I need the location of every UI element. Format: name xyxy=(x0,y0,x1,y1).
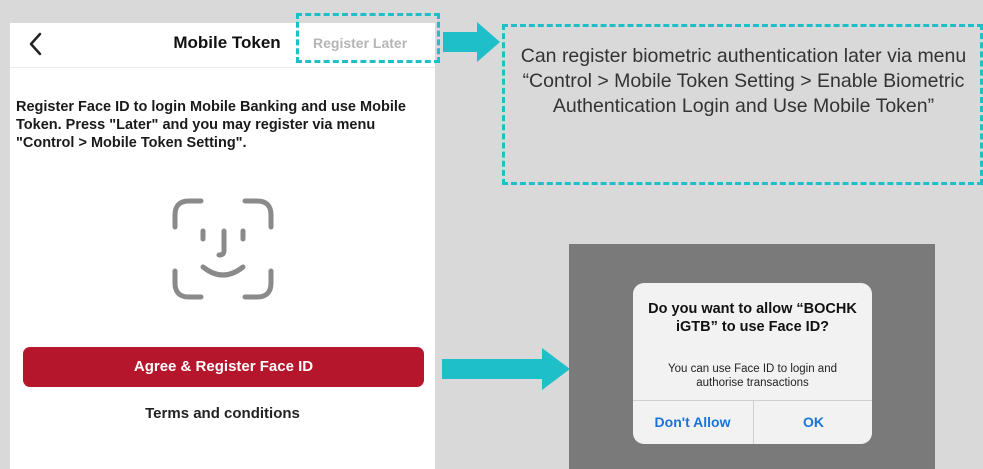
callout-text: Can register biometric authentication la… xyxy=(520,45,967,117)
dialog-message: You can use Face ID to login and authori… xyxy=(668,363,837,389)
page-title: Mobile Token xyxy=(173,33,281,52)
dialog-title: Do you want to allow “BOCHK iGTB” to use… xyxy=(648,301,857,335)
terms-and-conditions-link[interactable]: Terms and conditions xyxy=(10,405,435,422)
dont-allow-button[interactable]: Don't Allow xyxy=(633,401,752,444)
dialog-actions: Don't Allow OK xyxy=(633,400,872,444)
agree-register-face-id-button[interactable]: Agree & Register Face ID xyxy=(23,347,424,387)
intro-text: Register Face ID to login Mobile Banking… xyxy=(16,99,406,151)
face-id-permission-dialog: Do you want to allow “BOCHK iGTB” to use… xyxy=(633,283,872,444)
ok-button[interactable]: OK xyxy=(753,401,872,444)
annotation-callout: Can register biometric authentication la… xyxy=(502,24,983,185)
arrow-right-icon xyxy=(442,348,570,390)
nav-divider xyxy=(10,67,435,68)
face-id-permission-screen: Do you want to allow “BOCHK iGTB” to use… xyxy=(569,244,935,469)
arrow-right-icon xyxy=(443,22,500,62)
face-id-icon xyxy=(172,198,274,300)
mobile-token-screen: Mobile Token Register Later Register Fac… xyxy=(10,23,435,469)
back-arrow-icon[interactable] xyxy=(26,29,48,59)
register-later-highlight xyxy=(296,13,440,63)
